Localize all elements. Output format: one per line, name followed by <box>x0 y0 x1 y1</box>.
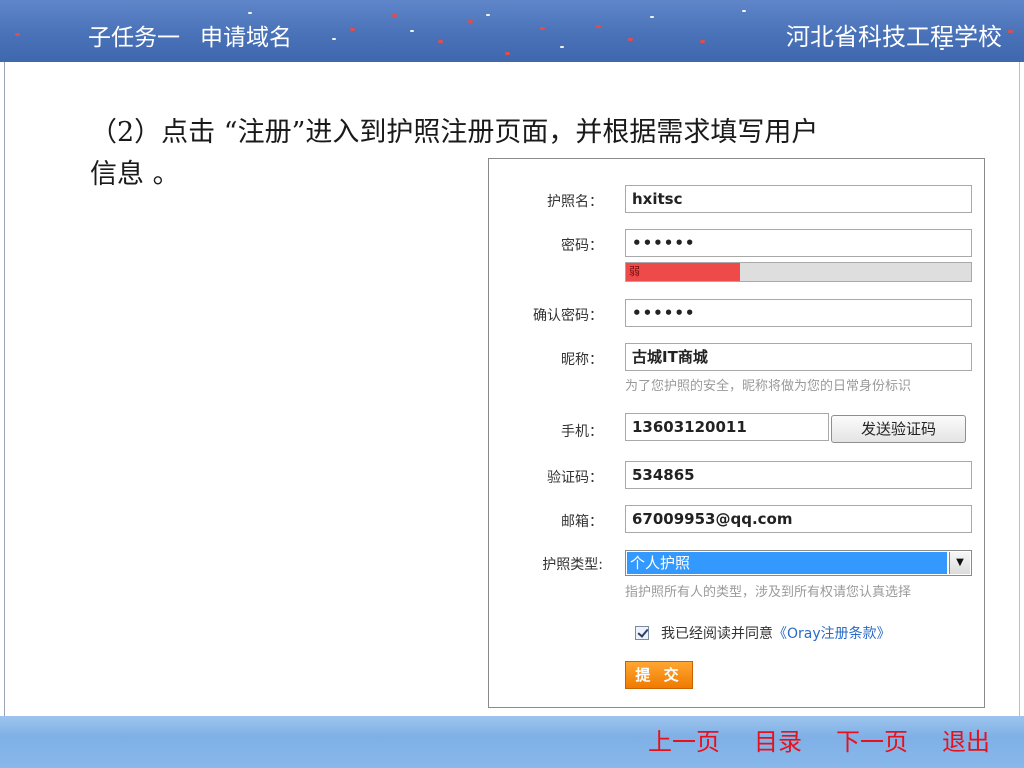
passport-name-input[interactable]: hxitsc <box>625 185 972 213</box>
verification-code-label: 验证码： <box>547 470 603 486</box>
decor-dot <box>700 40 705 43</box>
decor-dot <box>468 20 473 23</box>
agree-terms-row: 我已经阅读并同意《Oray注册条款》 <box>635 623 891 643</box>
next-page-link[interactable]: 下一页 <box>836 728 908 756</box>
passport-type-value: 个人护照 <box>627 552 947 574</box>
passport-type-hint: 指护照所有人的类型，涉及到所有权请您认真选择 <box>625 585 912 600</box>
confirm-password-label: 确认密码： <box>533 308 603 324</box>
decor-dot <box>350 28 355 31</box>
decor-dot <box>560 46 564 48</box>
decor-dot <box>596 25 601 28</box>
nickname-input[interactable]: 古城IT商城 <box>625 343 972 371</box>
subtask-label: 申请域名 <box>200 25 292 51</box>
decor-dot <box>742 10 746 12</box>
send-code-button[interactable]: 发送验证码 <box>831 415 966 443</box>
decor-dot <box>410 30 414 32</box>
password-label: 密码： <box>561 238 603 254</box>
passport-type-select[interactable]: 个人护照 ▼ <box>625 550 972 576</box>
verification-code-input[interactable]: 534865 <box>625 461 972 489</box>
phone-label: 手机： <box>561 424 603 440</box>
footer-nav: 上一页 目录 下一页 退出 <box>648 722 990 757</box>
slide-header: 子任务一 申请域名 河北省科技工程学校 <box>0 0 1024 62</box>
agree-checkbox[interactable] <box>635 626 649 640</box>
password-input[interactable]: •••••• <box>625 229 972 257</box>
email-label: 邮箱： <box>561 514 603 530</box>
decor-dot <box>248 12 252 14</box>
school-name: 河北省科技工程学校 <box>786 23 1002 51</box>
confirm-password-input[interactable]: •••••• <box>625 299 972 327</box>
decor-dot <box>628 38 633 41</box>
agree-text: 我已经阅读并同意 <box>661 626 773 642</box>
submit-button[interactable]: 提 交 <box>625 661 693 689</box>
decor-dot <box>486 14 490 16</box>
password-strength-bar: 弱 <box>625 262 972 282</box>
decor-dot <box>505 52 510 55</box>
terms-link[interactable]: 《Oray注册条款》 <box>773 626 891 642</box>
decor-dot <box>392 14 397 17</box>
decor-dot <box>15 33 20 36</box>
header-task-title: 子任务一 申请域名 <box>88 18 292 52</box>
nickname-hint: 为了您护照的安全，昵称将做为您的日常身份标识 <box>625 379 912 394</box>
exit-link[interactable]: 退出 <box>942 728 990 756</box>
dropdown-arrow-icon[interactable]: ▼ <box>949 552 970 574</box>
passport-name-label: 护照名： <box>547 194 603 210</box>
decor-dot <box>438 40 443 43</box>
prev-page-link[interactable]: 上一页 <box>648 728 720 756</box>
passport-type-label: 护照类型: <box>542 557 603 573</box>
decor-dot <box>650 16 654 18</box>
toc-link[interactable]: 目录 <box>754 728 802 756</box>
email-input[interactable]: 67009953@qq.com <box>625 505 972 533</box>
decor-dot <box>540 27 545 30</box>
decor-dot <box>1008 30 1013 33</box>
password-strength-fill: 弱 <box>626 263 740 281</box>
registration-form: 护照名： hxitsc 密码： •••••• 弱 确认密码： •••••• 昵称… <box>488 158 985 708</box>
decor-dot <box>332 38 336 40</box>
task-label: 子任务一 <box>88 25 180 51</box>
step-line-1: （2）点击 “注册”进入到护照注册页面，并根据需求填写用户 <box>90 117 819 148</box>
phone-input[interactable]: 13603120011 <box>625 413 829 441</box>
nickname-label: 昵称： <box>561 352 603 368</box>
